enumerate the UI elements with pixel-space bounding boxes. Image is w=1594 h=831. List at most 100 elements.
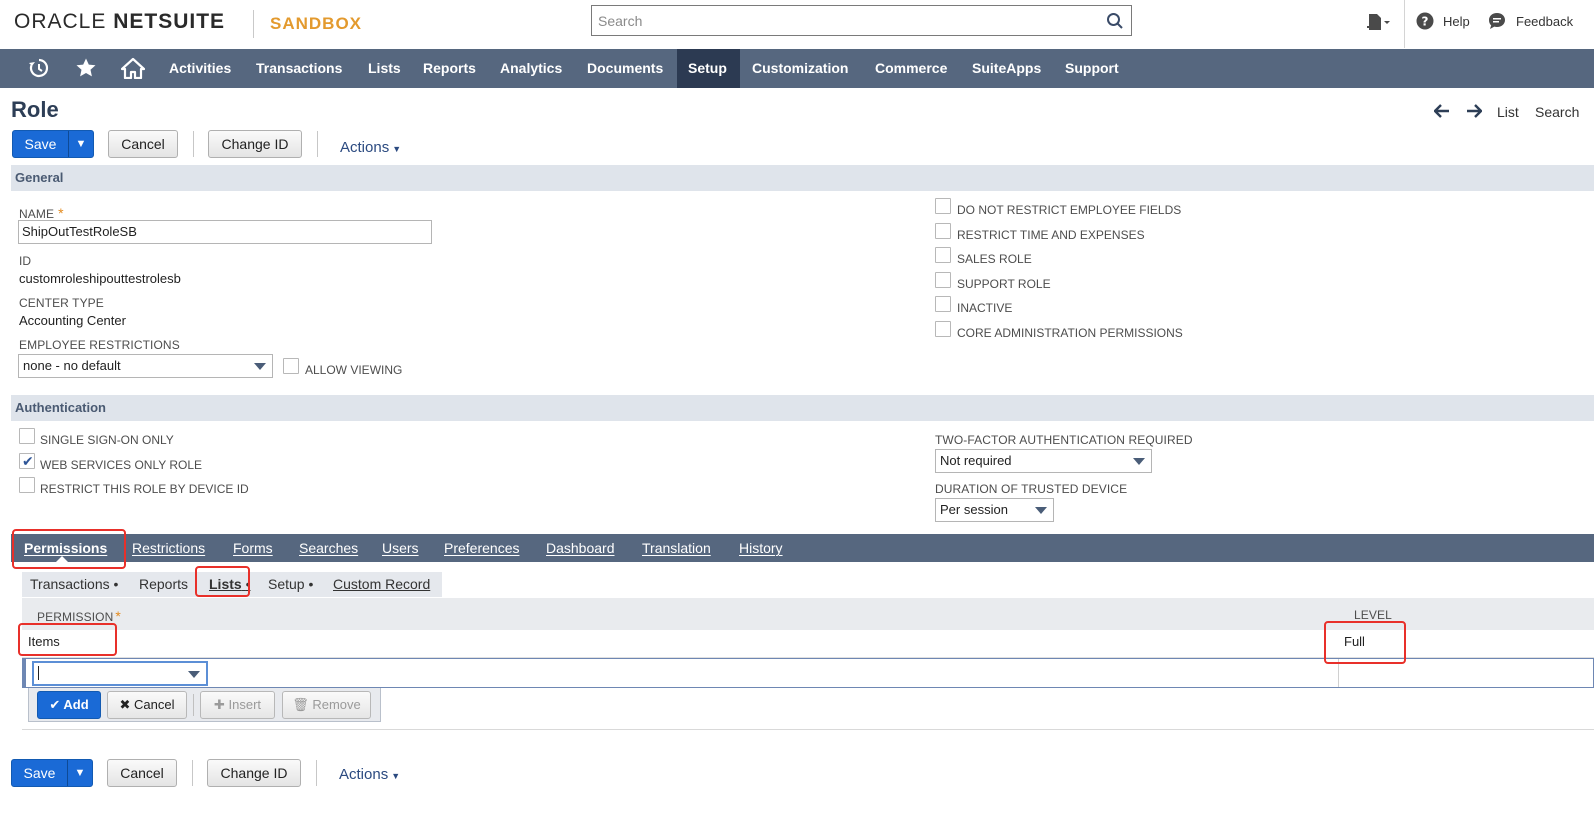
insert-line-label: Insert bbox=[228, 697, 262, 712]
support-role-checkbox[interactable] bbox=[935, 272, 951, 288]
core-admin-permissions-checkbox[interactable] bbox=[935, 321, 951, 337]
nav-documents[interactable]: Documents bbox=[576, 49, 674, 88]
id-label: ID bbox=[19, 254, 32, 268]
list-link[interactable]: List bbox=[1497, 104, 1519, 120]
remove-line-button[interactable]: 🗑 Remove bbox=[282, 691, 371, 719]
feedback-link[interactable]: Feedback bbox=[1516, 14, 1573, 29]
column-divider bbox=[1338, 659, 1339, 687]
inactive-label: INACTIVE bbox=[957, 301, 1013, 315]
trusted-device-label: DURATION OF TRUSTED DEVICE bbox=[935, 482, 1128, 496]
line-button-divider bbox=[193, 694, 194, 716]
subtab-transactions[interactable]: Transactions • bbox=[30, 576, 118, 592]
actions-caret-icon: ▼ bbox=[391, 771, 401, 781]
save-button[interactable]: Save ▼ bbox=[12, 130, 94, 158]
nav-setup[interactable]: Setup bbox=[677, 49, 740, 88]
tab-forms[interactable]: Forms bbox=[233, 534, 273, 562]
chevron-down-icon bbox=[188, 671, 200, 678]
previous-record-icon[interactable] bbox=[1433, 104, 1450, 121]
section-general-header[interactable]: General bbox=[11, 165, 1594, 191]
tab-preferences[interactable]: Preferences bbox=[444, 534, 519, 562]
restrict-device-id-checkbox[interactable] bbox=[19, 477, 35, 493]
subtab-setup[interactable]: Setup • bbox=[268, 576, 313, 592]
help-icon[interactable]: ? bbox=[1416, 12, 1434, 33]
nav-commerce[interactable]: Commerce bbox=[864, 49, 958, 88]
next-record-icon[interactable] bbox=[1466, 104, 1483, 121]
checkmark-icon: ✔ bbox=[22, 453, 34, 469]
name-label: NAME * bbox=[19, 205, 64, 221]
change-id-button[interactable]: Change ID bbox=[208, 130, 302, 158]
employee-restrictions-select[interactable]: none - no default bbox=[18, 354, 273, 378]
feedback-icon[interactable] bbox=[1488, 12, 1506, 33]
chevron-down-icon bbox=[1133, 458, 1145, 465]
col-permission-header[interactable]: PERMISSION * bbox=[37, 608, 121, 624]
inactive-checkbox[interactable] bbox=[935, 296, 951, 312]
cancel-line-button[interactable]: ✖ Cancel bbox=[107, 691, 187, 719]
cancel-button[interactable]: Cancel bbox=[108, 130, 178, 158]
nav-analytics[interactable]: Analytics bbox=[489, 49, 573, 88]
tab-searches[interactable]: Searches bbox=[299, 534, 358, 562]
employee-restrictions-value: none - no default bbox=[23, 358, 121, 373]
search-link[interactable]: Search bbox=[1535, 104, 1594, 120]
row-level-cell[interactable]: Full bbox=[1344, 634, 1365, 649]
create-new-icon[interactable] bbox=[1366, 12, 1392, 37]
nav-support[interactable]: Support bbox=[1054, 49, 1130, 88]
col-level-header[interactable]: LEVEL bbox=[1354, 608, 1392, 622]
change-id-button-bottom[interactable]: Change ID bbox=[207, 759, 301, 787]
permission-select[interactable] bbox=[32, 661, 208, 686]
help-link[interactable]: Help bbox=[1443, 14, 1470, 29]
subtab-lists[interactable]: Lists • bbox=[209, 576, 250, 592]
subtab-custom-record[interactable]: Custom Record bbox=[333, 576, 430, 592]
recent-records-icon[interactable] bbox=[28, 57, 50, 82]
sales-role-checkbox[interactable] bbox=[935, 247, 951, 263]
row-permission-cell[interactable]: Items bbox=[28, 634, 60, 649]
section-authentication-header[interactable]: Authentication bbox=[11, 395, 1594, 421]
center-type-value: Accounting Center bbox=[19, 313, 126, 328]
cancel-button-bottom[interactable]: Cancel bbox=[107, 759, 177, 787]
tab-translation[interactable]: Translation bbox=[642, 534, 711, 562]
actions-menu[interactable]: Actions ▼ bbox=[340, 139, 401, 156]
name-input[interactable]: ShipOutTestRoleSB bbox=[18, 220, 432, 244]
search-icon[interactable] bbox=[1106, 12, 1124, 33]
two-factor-select[interactable]: Not required bbox=[935, 449, 1152, 473]
two-factor-label: TWO-FACTOR AUTHENTICATION REQUIRED bbox=[935, 433, 1193, 447]
restrict-time-expenses-checkbox[interactable] bbox=[935, 223, 951, 239]
search-input[interactable] bbox=[592, 6, 1092, 35]
do-not-restrict-employee-fields-checkbox[interactable] bbox=[935, 198, 951, 214]
support-role-label: SUPPORT ROLE bbox=[957, 277, 1051, 291]
nav-customization[interactable]: Customization bbox=[741, 49, 859, 88]
home-icon[interactable] bbox=[120, 57, 146, 82]
nav-transactions[interactable]: Transactions bbox=[245, 49, 353, 88]
save-dropdown-arrow-icon[interactable]: ▼ bbox=[68, 131, 93, 157]
table-row[interactable]: Items Full bbox=[22, 630, 1594, 658]
tab-history[interactable]: History bbox=[739, 534, 783, 562]
add-line-button[interactable]: ✔ Add bbox=[37, 691, 101, 719]
tab-restrictions[interactable]: Restrictions bbox=[132, 534, 205, 562]
nav-activities[interactable]: Activities bbox=[158, 49, 242, 88]
tab-dashboard[interactable]: Dashboard bbox=[546, 534, 615, 562]
save-button-label: Save bbox=[23, 765, 56, 781]
oracle-netsuite-logo[interactable]: ORACLE NETSUITE bbox=[14, 10, 225, 34]
close-icon: ✖ bbox=[119, 697, 131, 712]
toolbar-divider bbox=[317, 131, 318, 157]
nav-lists[interactable]: Lists bbox=[357, 49, 412, 88]
allow-viewing-label: ALLOW VIEWING bbox=[305, 363, 403, 377]
trusted-device-select[interactable]: Per session bbox=[935, 498, 1054, 522]
allow-viewing-checkbox[interactable] bbox=[283, 358, 299, 374]
save-dropdown-arrow-icon[interactable]: ▼ bbox=[67, 760, 92, 786]
trusted-device-value: Per session bbox=[940, 502, 1008, 517]
subtab-reports[interactable]: Reports bbox=[139, 576, 188, 592]
tab-users[interactable]: Users bbox=[382, 534, 419, 562]
actions-label: Actions bbox=[340, 139, 390, 156]
web-services-only-checkbox[interactable]: ✔ bbox=[19, 453, 35, 469]
actions-menu-bottom[interactable]: Actions ▼ bbox=[339, 766, 400, 783]
sandbox-badge: SANDBOX bbox=[270, 14, 363, 33]
shortcuts-star-icon[interactable] bbox=[75, 57, 97, 82]
actions-caret-icon: ▼ bbox=[392, 144, 402, 154]
plus-icon: ✚ bbox=[213, 697, 225, 712]
nav-reports[interactable]: Reports bbox=[412, 49, 487, 88]
insert-line-button[interactable]: ✚ Insert bbox=[200, 691, 275, 719]
sso-only-checkbox[interactable] bbox=[19, 428, 35, 444]
nav-suiteapps[interactable]: SuiteApps bbox=[961, 49, 1052, 88]
web-services-only-label: WEB SERVICES ONLY ROLE bbox=[40, 458, 203, 472]
save-button-bottom[interactable]: Save ▼ bbox=[11, 759, 93, 787]
